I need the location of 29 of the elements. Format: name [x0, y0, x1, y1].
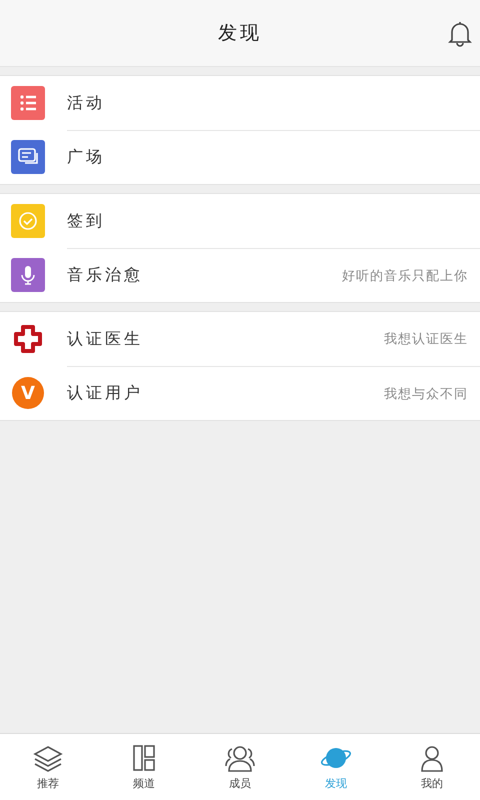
list-icon: [11, 86, 45, 120]
menu-item[interactable]: 音乐治愈 好听的音乐只配上你: [0, 248, 480, 302]
menu-item[interactable]: 签到: [0, 194, 480, 248]
people-icon: [224, 744, 256, 772]
notification-icon[interactable]: [448, 21, 472, 47]
menu-hint: 我想与众不同: [384, 386, 468, 402]
layers-icon: [32, 744, 64, 772]
verified-icon: V: [11, 376, 45, 410]
menu-hint: 我想认证医生: [384, 331, 468, 348]
nav-tab[interactable]: 我的: [384, 734, 480, 800]
nav-tab[interactable]: 成员: [192, 734, 288, 800]
menu-item[interactable]: 活动: [0, 76, 480, 130]
menu-label: 活动: [67, 92, 105, 114]
page-title: 发现: [218, 21, 262, 46]
nav-tab[interactable]: 频道: [96, 734, 192, 800]
nav-tab[interactable]: 推荐: [0, 734, 96, 800]
menu-label: 认证用户: [67, 383, 143, 404]
microphone-icon: [11, 258, 45, 292]
menu-hint: 好听的音乐只配上你: [342, 268, 468, 284]
menu-label: 广场: [67, 147, 105, 168]
clock-icon: [11, 204, 45, 238]
menu-label: 音乐治愈: [67, 265, 143, 286]
medical-cross-icon: [11, 322, 45, 356]
menu-item[interactable]: V 认证用户 我想与众不同: [0, 366, 480, 420]
menu-label: 签到: [67, 210, 105, 232]
menu-label: 认证医生: [67, 328, 143, 350]
menu-item[interactable]: 广场: [0, 130, 480, 184]
chat-icon: [11, 140, 45, 174]
menu-item[interactable]: 认证医生 我想认证医生: [0, 312, 480, 366]
